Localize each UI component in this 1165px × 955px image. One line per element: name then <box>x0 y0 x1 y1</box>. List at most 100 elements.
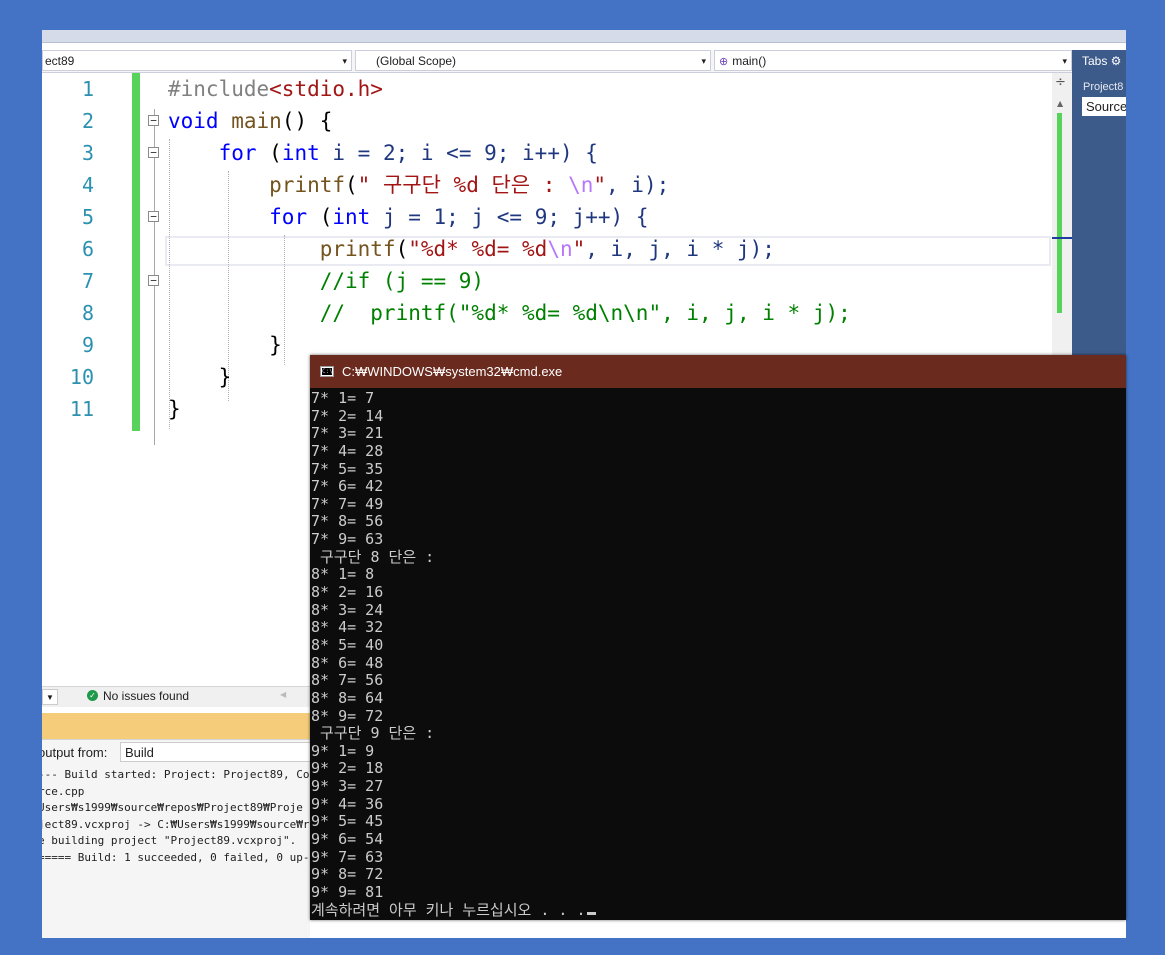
zoom-dropdown-icon[interactable]: ▼ <box>42 689 58 705</box>
tabs-panel-source-item[interactable]: Source <box>1082 97 1126 116</box>
tabs-panel-project[interactable]: Project8 <box>1083 81 1123 93</box>
output-panel-header <box>42 713 310 739</box>
console-line: 7* 2= 14 <box>311 406 384 425</box>
comment-token: // printf("%d* %d= %d\n\n", i, j, i * j)… <box>319 301 851 325</box>
function-token: printf <box>269 173 346 197</box>
code-line[interactable]: void main() { <box>168 105 332 137</box>
code-line[interactable]: // printf("%d* %d= %d\n\n", i, j, i * j)… <box>168 297 851 329</box>
console-line: 7* 4= 28 <box>311 441 384 460</box>
line-number: 7 <box>81 269 94 293</box>
member-combo[interactable]: ⊕ main() ▾ <box>714 50 1072 71</box>
console-prompt: 계속하려면 아무 키나 누르십시오 . . . <box>311 900 597 919</box>
console-line: 9* 5= 45 <box>311 812 384 831</box>
code-token: ( <box>307 205 333 229</box>
console-line: 8* 3= 24 <box>311 600 384 619</box>
code-line[interactable]: //if (j == 9) <box>168 265 484 297</box>
line-number: 4 <box>81 173 94 197</box>
output-line: ===== Build: 1 succeeded, 0 failed, 0 up… <box>42 850 310 864</box>
keyword-token: void <box>168 109 219 133</box>
collapse-icon[interactable]: − <box>148 275 159 286</box>
console-line: 9* 4= 36 <box>311 794 384 813</box>
console-line: 7* 9= 63 <box>311 530 384 549</box>
project-combo[interactable]: ect89 ▾ <box>42 50 352 71</box>
code-line[interactable]: } <box>168 361 232 393</box>
collapse-icon[interactable]: − <box>148 115 159 126</box>
console-line: 9* 7= 63 <box>311 847 384 866</box>
tabs-panel: Tabs ⚙ Project8 Source <box>1072 50 1126 390</box>
tabs-panel-title[interactable]: Tabs ⚙ <box>1082 54 1121 68</box>
scrollbar-change-marker <box>1057 113 1062 313</box>
output-log[interactable]: --- Build started: Project: Project89, C… <box>42 767 310 866</box>
header-token: <stdio.h> <box>269 77 383 101</box>
code-line[interactable]: } <box>168 393 181 425</box>
code-line[interactable]: printf("%d* %d= %d\n", i, j, i * j); <box>168 233 775 265</box>
code-token: ( <box>395 237 409 261</box>
string-token: "%d* %d= %d <box>408 237 548 261</box>
console-line: 7* 8= 56 <box>311 512 384 531</box>
code-line[interactable]: for (int i = 2; i <= 9; i++) { <box>168 137 598 169</box>
code-line[interactable]: printf(" 구구단 %d 단은 : \n", i); <box>168 169 669 201</box>
line-number: 6 <box>81 237 94 261</box>
ide-top-strip <box>42 30 1126 43</box>
code-line[interactable]: #include<stdio.h> <box>168 73 383 105</box>
scrollbar-caret-marker <box>1052 237 1072 239</box>
console-window[interactable]: C:\ C:₩WINDOWS₩system32₩cmd.exe 7* 1= 77… <box>310 355 1126 920</box>
collapse-icon[interactable]: − <box>148 147 159 158</box>
code-line[interactable]: } <box>168 329 282 361</box>
console-line: 7* 3= 21 <box>311 424 384 443</box>
escape-token: \n <box>568 173 594 197</box>
console-line: 구구단 9 단은 : <box>311 724 435 743</box>
code-token: ( <box>256 141 282 165</box>
console-body[interactable]: 7* 1= 7 7* 2= 14 7* 3= 21 7* 4= 28 7* 5= 35 7… <box>310 389 1126 919</box>
line-number: 8 <box>81 301 94 325</box>
output-source-label: output from: <box>42 745 108 760</box>
code-token: } <box>168 397 181 421</box>
output-line: e building project "Project89.vcxproj". <box>42 834 297 847</box>
code-token: () { <box>281 109 333 133</box>
console-line: 9* 8= 72 <box>311 865 384 884</box>
code-token: , i, j, i * j); <box>585 237 775 261</box>
code-token: j = 1; j <= 9; j++) { <box>370 205 649 229</box>
output-line: rce.cpp <box>42 784 85 798</box>
scope-combo[interactable]: (Global Scope) ▾ <box>355 50 711 71</box>
console-line: 8* 7= 56 <box>311 671 384 690</box>
output-line: Users₩s1999₩source₩repos₩Project89₩Proje <box>42 801 303 814</box>
console-line: 7* 1= 7 <box>311 389 375 407</box>
console-line: 8* 6= 48 <box>311 653 384 672</box>
scroll-up-icon[interactable]: ▲ <box>1057 99 1063 108</box>
keyword-token: for <box>269 205 308 229</box>
editor-scrollbar[interactable]: ÷ ▲ <box>1052 73 1072 393</box>
collapse-icon[interactable]: − <box>148 211 159 222</box>
line-number: 2 <box>81 109 94 133</box>
output-source-select[interactable]: Build <box>120 742 320 762</box>
line-number: 1 <box>81 77 94 101</box>
line-number: 11 <box>69 397 94 421</box>
code-token: , i); <box>606 173 670 197</box>
console-title-bar[interactable]: C:\ C:₩WINDOWS₩system32₩cmd.exe <box>310 355 1126 388</box>
split-window-icon[interactable]: ÷ <box>1055 75 1066 90</box>
console-line: 8* 8= 64 <box>311 688 384 707</box>
console-line: 8* 1= 8 <box>311 565 375 584</box>
check-circle-icon: ✓ <box>87 690 98 701</box>
issues-status[interactable]: No issues found <box>103 689 189 703</box>
code-token: } <box>269 333 282 357</box>
output-panel: output from: Build --- Build started: Pr… <box>42 739 320 938</box>
navigation-bar: ect89 ▾ (Global Scope) ▾ ⊕ main() ▾ <box>42 50 1072 73</box>
chevron-down-icon: ▾ <box>342 56 347 66</box>
member-combo-label: main() <box>732 54 767 68</box>
code-line[interactable]: for (int j = 1; j <= 9; j++) { <box>168 201 648 233</box>
line-number: 10 <box>69 365 94 389</box>
function-token: printf <box>319 237 396 261</box>
scroll-left-icon[interactable]: ◀ <box>280 690 286 699</box>
chevron-down-icon: ▾ <box>701 56 706 66</box>
console-line: 8* 5= 40 <box>311 635 384 654</box>
text-cursor <box>587 911 597 915</box>
output-line: ject89.vcxproj -> C:₩Users₩s1999₩source₩… <box>42 817 310 831</box>
console-line: 9* 9= 81 <box>311 882 384 901</box>
scope-combo-label: (Global Scope) <box>376 54 457 68</box>
keyword-token: int <box>332 205 371 229</box>
console-line: 8* 9= 72 <box>311 706 384 725</box>
console-title: C:₩WINDOWS₩system32₩cmd.exe <box>342 364 563 379</box>
console-prompt-text: 계속하려면 아무 키나 누르십시오 . . . <box>311 900 586 919</box>
project-combo-label: ect89 <box>45 54 75 68</box>
